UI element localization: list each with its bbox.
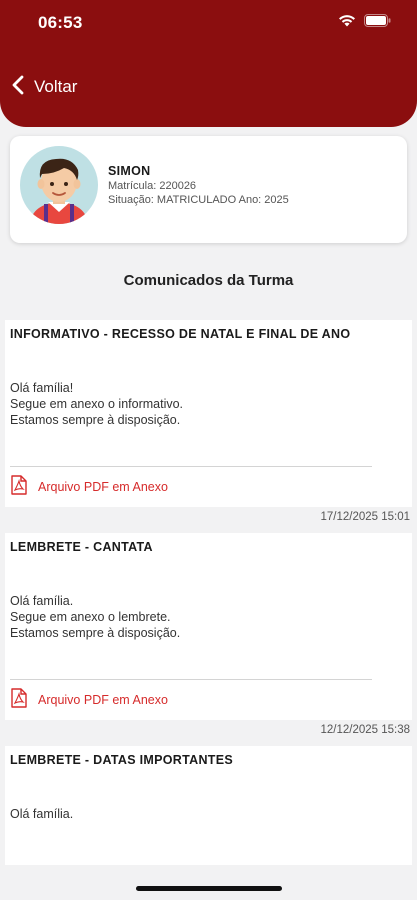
back-button[interactable]: Voltar: [12, 74, 77, 100]
student-situacao: Situação: MATRICULADO Ano: 2025: [108, 194, 289, 206]
wifi-icon: [338, 14, 356, 27]
back-label: Voltar: [34, 77, 78, 96]
attachment-label: Arquivo PDF em Anexo: [38, 480, 168, 494]
pdf-icon: [10, 687, 28, 713]
student-matricula: Matrícula: 220026: [108, 180, 197, 192]
app-header: 06:53 Voltar: [0, 0, 417, 127]
announcement-body: Olá família. Segue em anexo o lembrete. …: [10, 594, 181, 640]
announcement-body: Olá família.: [10, 807, 74, 821]
announcement-card[interactable]: INFORMATIVO - RECESSO DE NATAL E FINAL D…: [5, 320, 412, 507]
announcement-card[interactable]: LEMBRETE - CANTATA Olá família. Segue em…: [5, 533, 412, 720]
announcement-body: Olá família! Segue em anexo o informativ…: [10, 381, 184, 427]
announcement-title: INFORMATIVO - RECESSO DE NATAL E FINAL D…: [10, 327, 351, 341]
back-chevron-icon: [12, 75, 24, 100]
pdf-attachment-link[interactable]: Arquivo PDF em Anexo: [5, 467, 412, 507]
status-icons: [338, 14, 391, 27]
announcements-feed[interactable]: INFORMATIVO - RECESSO DE NATAL E FINAL D…: [5, 320, 412, 865]
attachment-label: Arquivo PDF em Anexo: [38, 693, 168, 707]
announcement-date: 17/12/2025 15:01: [5, 507, 412, 533]
section-title: Comunicados da Turma: [123, 272, 294, 289]
student-card: SIMON Matrícula: 220026 Situação: MATRIC…: [10, 136, 407, 243]
battery-icon: [364, 14, 391, 27]
announcement-date: 12/12/2025 15:38: [5, 720, 412, 746]
home-indicator[interactable]: [136, 886, 282, 891]
announcement-title: LEMBRETE - CANTATA: [10, 540, 153, 554]
announcement-title: LEMBRETE - DATAS IMPORTANTES: [10, 753, 233, 767]
avatar: [20, 146, 98, 224]
pdf-icon: [10, 474, 28, 500]
student-name: SIMON: [108, 164, 151, 178]
status-time: 06:53: [38, 13, 83, 32]
announcement-card[interactable]: LEMBRETE - DATAS IMPORTANTES Olá família…: [5, 746, 412, 865]
pdf-attachment-link[interactable]: Arquivo PDF em Anexo: [5, 680, 412, 720]
